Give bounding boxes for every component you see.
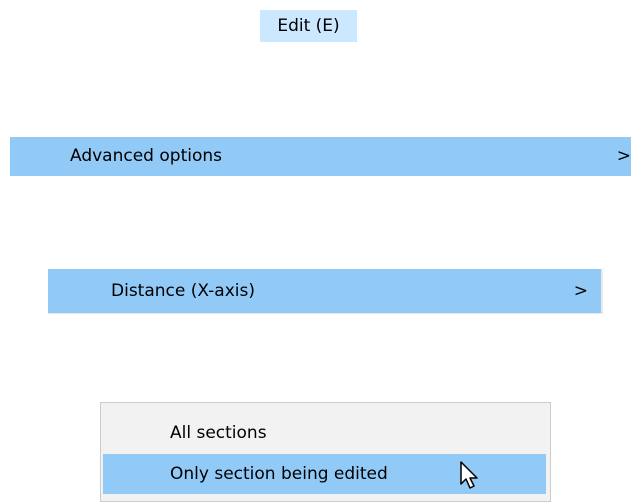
chevron-right-icon: >	[616, 146, 631, 166]
mouse-pointer-icon	[460, 461, 478, 489]
all-sections-option[interactable]: All sections	[103, 413, 546, 453]
advanced-options-label: Advanced options	[70, 146, 222, 166]
all-sections-label: All sections	[170, 423, 267, 443]
edit-menu-title[interactable]: Edit (E)	[260, 10, 357, 42]
only-section-being-edited-option[interactable]: Only section being edited	[103, 454, 546, 494]
only-section-being-edited-label: Only section being edited	[170, 464, 388, 484]
advanced-options-menu-item[interactable]: Advanced options >	[10, 137, 631, 176]
distance-x-axis-label: Distance (X-axis)	[111, 281, 255, 301]
chevron-right-icon: >	[573, 281, 588, 301]
distance-x-axis-menu-item[interactable]: Distance (X-axis) >	[48, 269, 603, 314]
section-scope-submenu: All sections Only section being edited	[100, 402, 551, 502]
